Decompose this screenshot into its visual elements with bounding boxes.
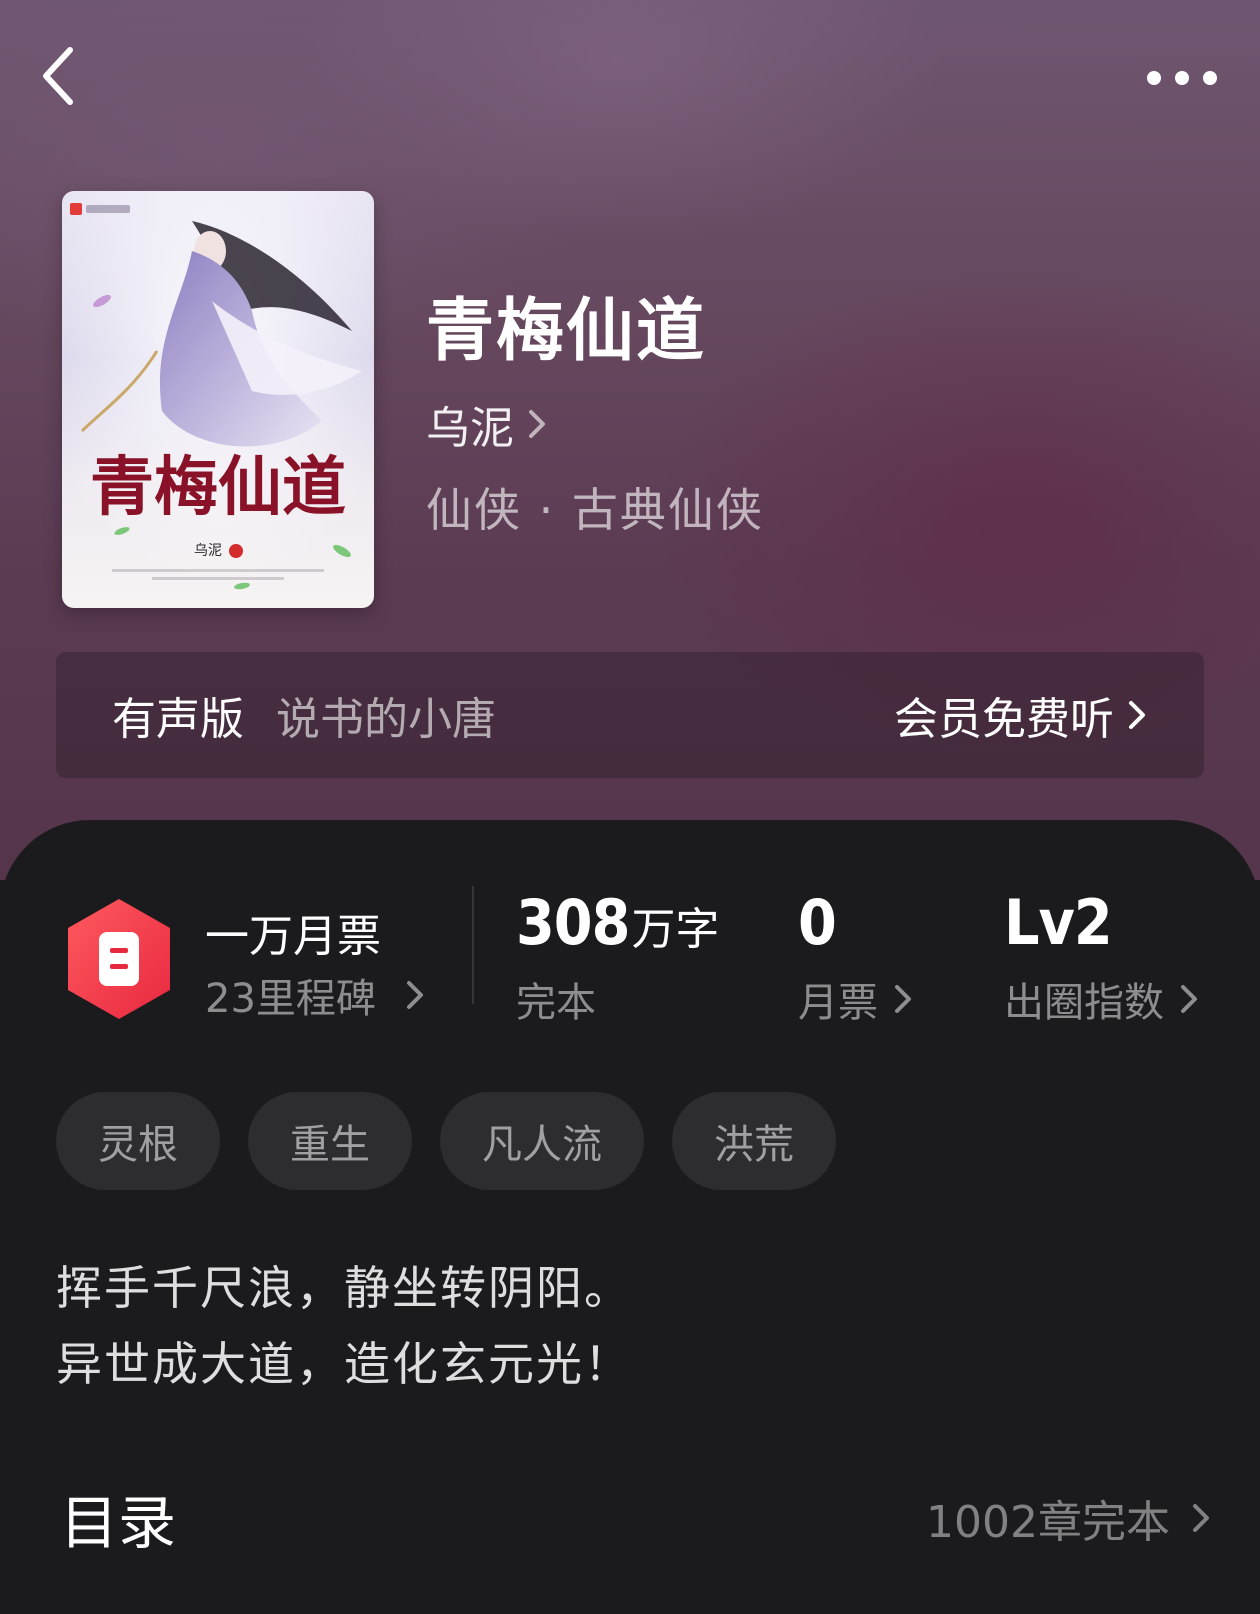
word-count-value: 308 <box>516 886 630 959</box>
cover-title-art: 青梅仙道 <box>90 450 346 525</box>
popularity-level-value: Lv2 <box>1004 886 1113 959</box>
chevron-right-icon <box>895 985 911 1013</box>
tag-chip[interactable]: 灵根 <box>56 1092 220 1190</box>
tag-list: 灵根 重生 凡人流 洪荒 <box>56 1092 864 1190</box>
stat-divider <box>472 886 474 1004</box>
word-count-unit: 万字 <box>631 904 720 955</box>
synopsis-line: 挥手千尺浪，静坐转阴阳。 <box>56 1261 632 1315</box>
author-name: 乌泥 <box>426 403 514 454</box>
synopsis-line: 异世成大道，造化玄元光！ <box>56 1337 632 1391</box>
milestone-label: 23里程碑 <box>205 976 376 1022</box>
ticket-title: 一万月票 <box>205 911 381 962</box>
cover-author-art: 乌泥 <box>194 543 222 559</box>
chevron-right-icon <box>1181 985 1197 1013</box>
book-title: 青梅仙道 <box>426 291 707 371</box>
popularity-index-label: 出圈指数 <box>1004 980 1164 1026</box>
milestone-link[interactable]: 23里程碑 <box>205 966 424 1024</box>
more-dots-icon <box>1147 71 1217 85</box>
audio-narrator: 说书的小唐 <box>276 694 496 745</box>
chevron-right-icon <box>1129 701 1145 729</box>
toc-title: 目录 <box>60 1489 177 1557</box>
audio-label: 有声版 <box>112 694 244 745</box>
stat-popularity-index[interactable]: Lv2 出圈指数 <box>1004 886 1198 1028</box>
more-button[interactable] <box>1140 50 1224 106</box>
chapter-count: 1002章完本 <box>926 1497 1170 1548</box>
monthly-votes-label: 月票 <box>798 980 878 1026</box>
stat-word-count: 308 万字 完本 <box>516 886 719 1028</box>
author-link[interactable]: 乌泥 <box>426 392 546 456</box>
tag-chip[interactable]: 凡人流 <box>440 1092 644 1190</box>
synopsis[interactable]: 挥手千尺浪，静坐转阴阳。 异世成大道，造化玄元光！ <box>56 1250 632 1402</box>
completion-status: 完本 <box>516 980 596 1026</box>
ticket-badge-icon[interactable] <box>62 896 176 1022</box>
chevron-right-icon <box>406 981 423 1009</box>
table-of-contents-row[interactable]: 目录 1002章完本 <box>60 1478 1210 1558</box>
chevron-left-icon <box>43 47 73 105</box>
chevron-right-icon <box>1193 1504 1209 1532</box>
member-free-listen-button[interactable]: 会员免费听 <box>894 683 1146 747</box>
tag-chip[interactable]: 重生 <box>248 1092 412 1190</box>
book-genre: 仙侠 · 古典仙侠 <box>426 483 764 537</box>
monthly-votes-value: 0 <box>798 886 837 959</box>
tag-chip[interactable]: 洪荒 <box>672 1092 836 1190</box>
member-free-listen-label: 会员免费听 <box>894 694 1114 745</box>
back-button[interactable] <box>30 40 86 112</box>
book-cover[interactable]: 青梅仙道 乌泥 <box>62 191 374 608</box>
audio-version-bar[interactable]: 有声版 说书的小唐 会员免费听 <box>56 652 1204 778</box>
chevron-right-icon <box>529 410 545 438</box>
stat-monthly-votes[interactable]: 0 月票 <box>798 886 912 1028</box>
